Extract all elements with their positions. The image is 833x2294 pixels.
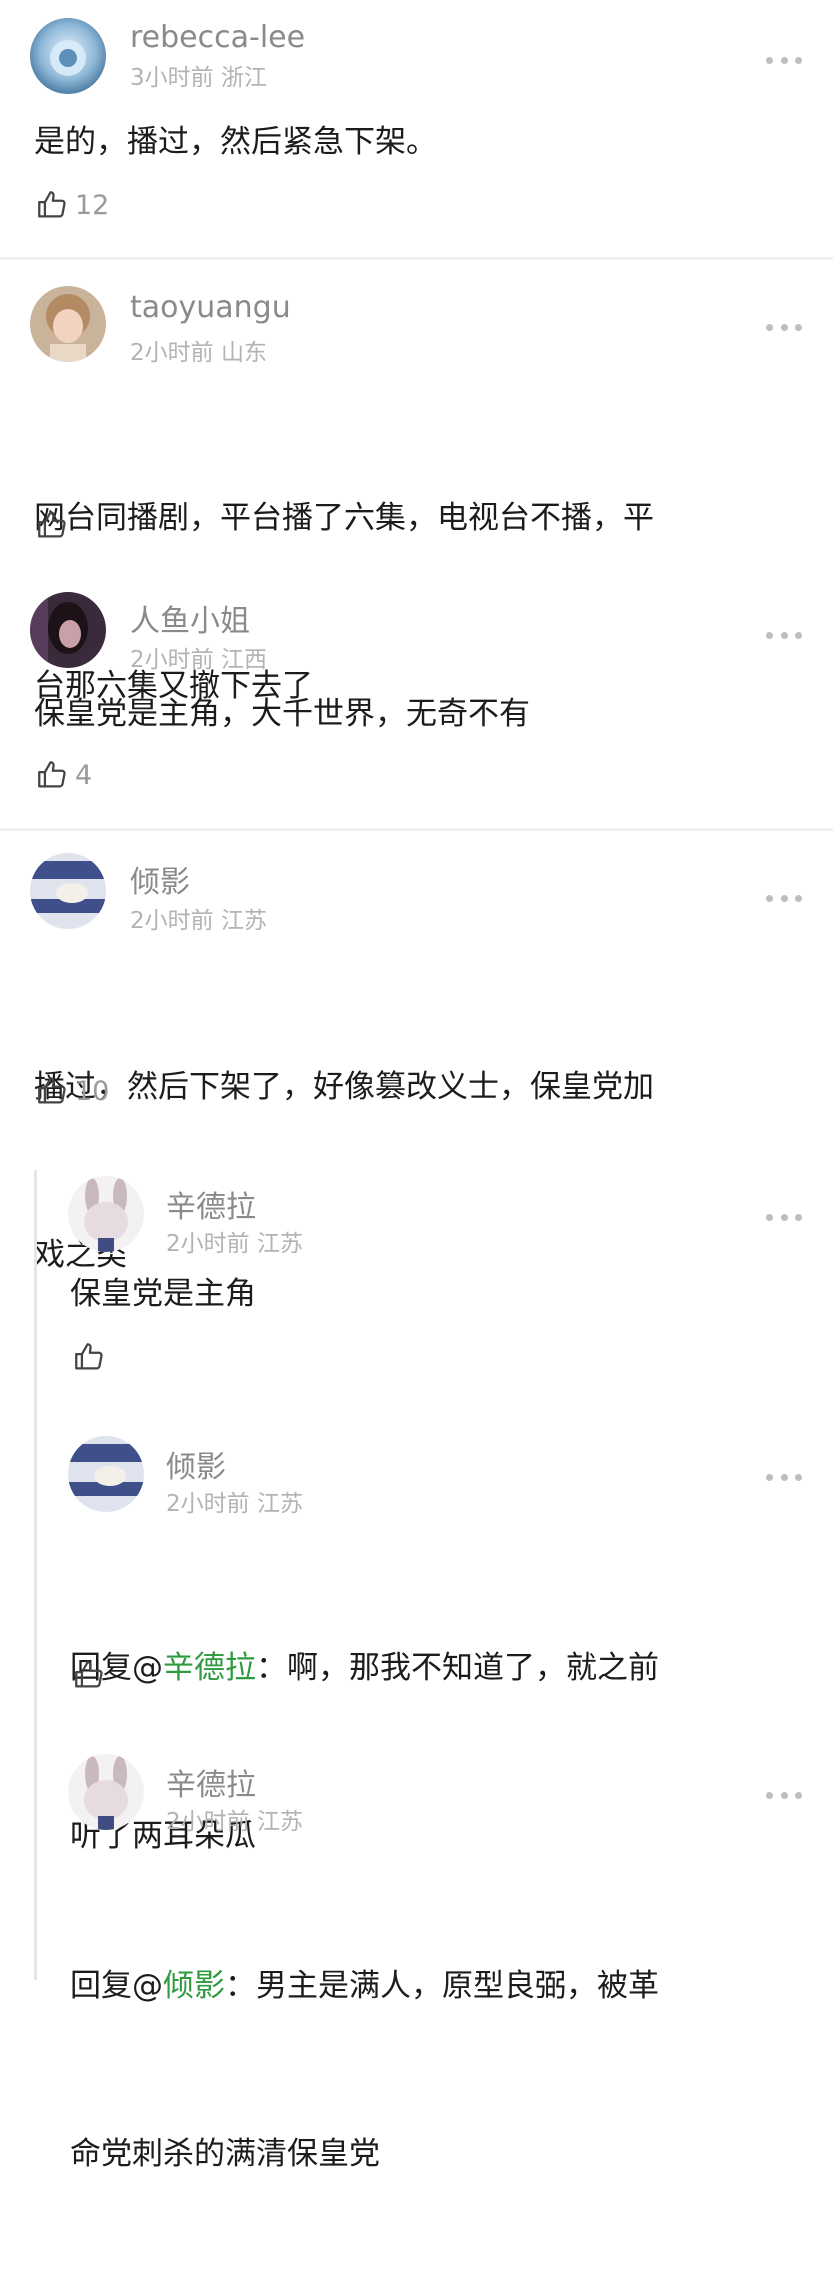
comment-time: 2小时前 [166, 1491, 250, 1517]
like-button[interactable]: 10 [35, 1074, 109, 1108]
comment-item: taoyuangu 2小时前 山东 网台同播剧，平台播了六集，电视台不播，平 台… [0, 260, 833, 704]
avatar[interactable] [68, 1754, 144, 1830]
like-count: 4 [75, 759, 93, 791]
comment-time: 2小时前 [166, 1809, 250, 1835]
more-dots-icon[interactable] [766, 1472, 802, 1482]
comment-meta: 3小时前 浙江 [130, 58, 267, 92]
like-button[interactable]: 12 [35, 188, 109, 222]
more-dots-icon[interactable] [766, 1212, 802, 1222]
thumbs-up-icon [75, 1343, 103, 1370]
avatar[interactable] [30, 853, 106, 929]
comment-text: 保皇党是主角，大千世界，无奇不有 [34, 696, 530, 732]
more-dots-icon[interactable] [766, 322, 802, 332]
comment-time: 3小时前 [130, 65, 214, 91]
like-button[interactable] [72, 1340, 112, 1374]
comment-meta: 2小时前 江苏 [166, 1224, 303, 1258]
comment-location: 江苏 [256, 1809, 303, 1835]
comment-location: 江西 [220, 647, 267, 673]
username[interactable]: 倾影 [166, 1442, 226, 1486]
comment-location: 江苏 [256, 1491, 303, 1517]
comment-time: 2小时前 [166, 1231, 250, 1257]
mention-link[interactable]: 倾影 [163, 1968, 225, 2004]
username[interactable]: taoyuangu [130, 290, 291, 325]
comment-location: 江苏 [256, 1231, 303, 1257]
avatar[interactable] [30, 286, 106, 362]
comment-location: 江苏 [220, 908, 267, 934]
thumbs-up-icon [75, 1661, 103, 1688]
comment-text-line: 播过，然后下架了，好像篡改义士，保皇党加 [34, 1069, 654, 1105]
username[interactable]: 人鱼小姐 [130, 596, 250, 640]
like-button[interactable] [35, 508, 75, 542]
avatar[interactable] [68, 1176, 144, 1252]
comment-meta: 2小时前 山东 [130, 333, 267, 367]
mention-link[interactable]: 辛德拉 [163, 1650, 256, 1686]
more-dots-icon[interactable] [766, 55, 802, 65]
more-dots-icon[interactable] [766, 1790, 802, 1800]
comment-meta: 2小时前 江苏 [130, 901, 267, 935]
thumbs-up-icon [38, 511, 66, 538]
more-dots-icon[interactable] [766, 630, 802, 640]
comment-text: 是的，播过，然后紧急下架。 [34, 124, 437, 160]
comment-location: 浙江 [220, 65, 267, 91]
username[interactable]: rebecca-lee [130, 20, 305, 55]
comment-time: 2小时前 [130, 647, 214, 673]
avatar[interactable] [68, 1436, 144, 1512]
like-button[interactable] [72, 1658, 112, 1692]
username[interactable]: 辛德拉 [166, 1760, 256, 1804]
username[interactable]: 倾影 [130, 857, 190, 901]
comment-location: 山东 [220, 340, 267, 366]
reply-prefix: 回复@ [70, 1968, 163, 2004]
comment-text-line: 网台同播剧，平台播了六集，电视台不播，平 [34, 500, 654, 536]
comment-item: 倾影 2小时前 江苏 播过，然后下架了，好像篡改义士，保皇党加 戏之类 10 [0, 831, 833, 1273]
comment-item: 人鱼小姐 2小时前 江西 保皇党是主角，大千世界，无奇不有 4 [0, 580, 833, 825]
comment-text-line: 回复@辛德拉：啊，那我不知道了，就之前 [70, 1640, 659, 1696]
comment-time: 2小时前 [130, 908, 214, 934]
like-count: 12 [75, 189, 110, 221]
reply-item: 辛德拉 2小时前 江苏 保皇党是主角 [0, 1160, 833, 1415]
reply-body: ：男主是满人，原型良弼，被革 [225, 1968, 659, 2004]
reply-item: 倾影 2小时前 江苏 回复@辛德拉：啊，那我不知道了，就之前 听了两耳朵瓜 [0, 1420, 833, 1854]
thumbs-up-icon [38, 1077, 66, 1104]
thumbs-up-icon [38, 191, 66, 218]
thumbs-up-icon [38, 761, 66, 788]
more-dots-icon[interactable] [766, 893, 802, 903]
comment-time: 2小时前 [130, 340, 214, 366]
comment-meta: 2小时前 江西 [130, 640, 267, 674]
comment-text: 回复@倾影：男主是满人，原型良弼，被革 命党刺杀的满清保皇党 [70, 1846, 659, 2294]
username[interactable]: 辛德拉 [166, 1182, 256, 1226]
comment-meta: 2小时前 江苏 [166, 1484, 303, 1518]
like-count: 10 [75, 1075, 110, 1107]
comment-meta: 2小时前 江苏 [166, 1802, 303, 1836]
avatar[interactable] [30, 18, 106, 94]
comment-item: rebecca-lee 3小时前 浙江 是的，播过，然后紧急下架。 12 [0, 0, 833, 221]
reply-body: ：啊，那我不知道了，就之前 [256, 1650, 659, 1686]
comment-text: 保皇党是主角 [70, 1276, 256, 1312]
like-button[interactable]: 4 [35, 758, 92, 792]
avatar[interactable] [30, 592, 106, 668]
comment-text-line: 命党刺杀的满清保皇党 [70, 2136, 380, 2172]
reply-item: 辛德拉 2小时前 江苏 回复@倾影：男主是满人，原型良弼，被革 命党刺杀的满清保… [0, 1738, 833, 2172]
comment-text-line: 回复@倾影：男主是满人，原型良弼，被革 [70, 1958, 659, 2014]
